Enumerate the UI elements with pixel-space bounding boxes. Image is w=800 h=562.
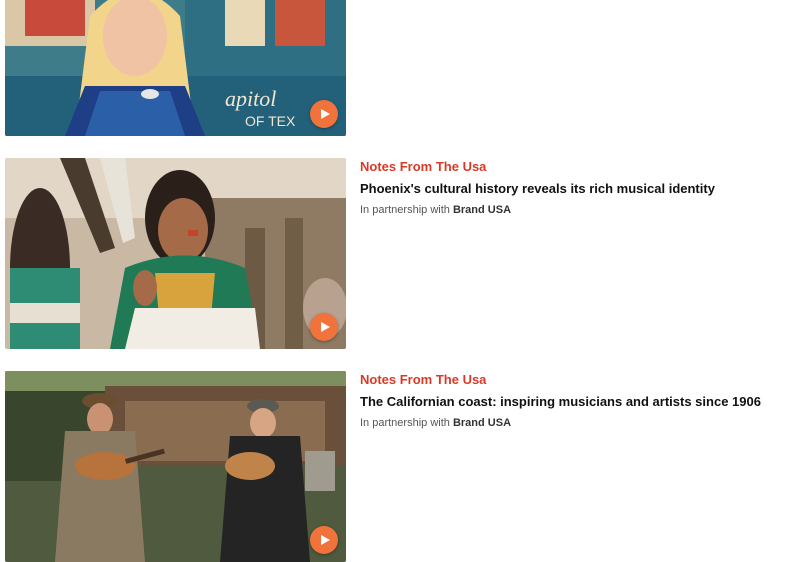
play-icon	[321, 535, 330, 545]
thumbnail-image	[5, 371, 346, 562]
play-button[interactable]	[310, 313, 338, 341]
article-title[interactable]: Phoenix's cultural history reveals its r…	[360, 180, 790, 197]
play-button[interactable]	[310, 526, 338, 554]
svg-text:OF TEX: OF TEX	[245, 113, 296, 129]
article-card[interactable]: Notes From The Usa Phoenix's cultural hi…	[5, 158, 795, 349]
svg-text:apitol: apitol	[225, 86, 276, 111]
play-button[interactable]	[310, 100, 338, 128]
article-text: Notes From The Usa The Californian coast…	[360, 372, 790, 430]
partner-prefix: In partnership with	[360, 417, 450, 429]
play-icon	[321, 322, 330, 332]
partner-name: Brand USA	[452, 417, 512, 429]
article-thumbnail[interactable]	[5, 371, 346, 562]
article-title[interactable]: The Californian coast: inspiring musicia…	[360, 393, 790, 410]
article-category[interactable]: Notes From The Usa	[360, 372, 790, 388]
thumbnail-image: apitol OF TEX	[5, 0, 346, 136]
thumbnail-image	[5, 158, 346, 349]
partner-credit: In partnership with Brand USA	[360, 203, 790, 217]
article-category[interactable]: Notes From The Usa	[360, 159, 790, 175]
partner-prefix: In partnership with	[360, 204, 450, 216]
play-icon	[321, 109, 330, 119]
article-text: Notes From The Usa Phoenix's cultural hi…	[360, 159, 790, 217]
article-thumbnail[interactable]: apitol OF TEX	[5, 0, 346, 136]
article-card[interactable]: Notes From The Usa The Californian coast…	[5, 371, 795, 562]
article-card[interactable]: apitol OF TEX	[5, 0, 795, 136]
partner-name: Brand USA	[452, 204, 512, 216]
article-thumbnail[interactable]	[5, 158, 346, 349]
partner-credit: In partnership with Brand USA	[360, 416, 790, 430]
